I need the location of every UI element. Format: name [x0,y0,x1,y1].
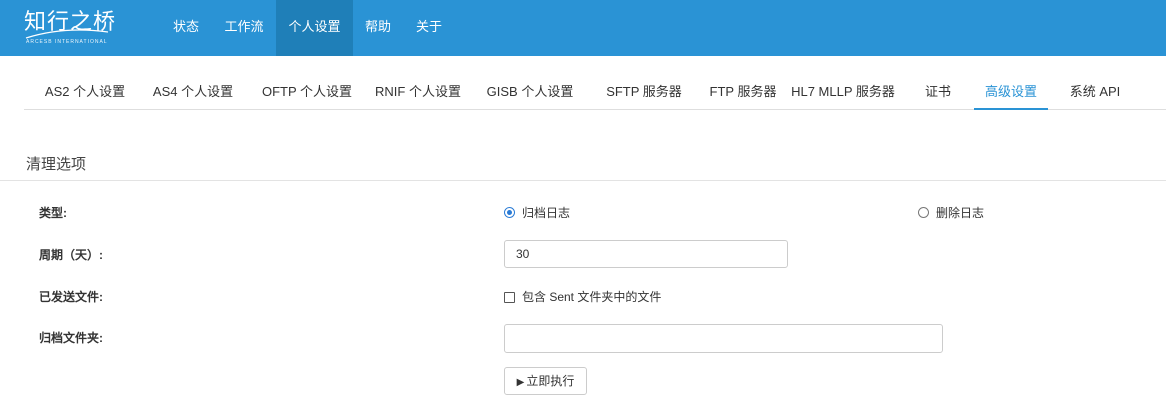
nav-help[interactable]: 帮助 [357,0,399,56]
radio-delete-logs[interactable] [918,207,929,218]
archive-folder-label: 归档文件夹: [39,331,103,345]
archive-folder-input[interactable] [504,324,943,353]
tab-ftp-server[interactable]: FTP 服务器 [698,72,788,109]
nav-profile[interactable]: 个人设置 [276,0,353,56]
run-now-label: 立即执行 [526,374,575,388]
tab-advanced-settings[interactable]: 高级设置 [974,72,1048,110]
nav-status[interactable]: 状态 [162,0,210,56]
tab-rnif-profile[interactable]: RNIF 个人设置 [370,72,466,109]
top-navigation-bar: 知行之桥 ARCESB INTERNATIONAL 状态 工作流 个人设置 帮助… [0,0,1166,56]
type-label: 类型: [39,206,67,220]
tab-certificates[interactable]: 证书 [916,72,960,109]
run-now-button[interactable]: ▶ 立即执行 [504,367,587,395]
tab-oftp-profile[interactable]: OFTP 个人设置 [254,72,360,109]
period-days-input[interactable] [504,240,788,268]
section-title: 清理选项 [26,156,87,173]
section-divider [0,180,1166,181]
radio-archive-logs[interactable] [504,207,515,218]
tab-as4-profile[interactable]: AS4 个人设置 [146,72,240,109]
sent-files-label: 已发送文件: [39,290,103,304]
period-label: 周期（天）: [39,248,103,262]
tab-system-api[interactable]: 系统 API [1060,72,1130,109]
tab-as2-profile[interactable]: AS2 个人设置 [38,72,132,109]
include-sent-folder-label[interactable]: 包含 Sent 文件夹中的文件 [522,289,661,305]
tab-hl7-mllp-server[interactable]: HL7 MLLP 服务器 [791,72,895,109]
radio-delete-logs-label[interactable]: 删除日志 [936,205,984,221]
tab-gisb-profile[interactable]: GISB 个人设置 [482,72,578,109]
nav-workflow[interactable]: 工作流 [214,0,274,56]
include-sent-folder-checkbox[interactable] [504,292,515,303]
nav-about[interactable]: 关于 [408,0,450,56]
tab-sftp-server[interactable]: SFTP 服务器 [596,72,692,109]
profile-tabs: AS2 个人设置 AS4 个人设置 OFTP 个人设置 RNIF 个人设置 GI… [24,72,1166,110]
brand-subtitle: ARCESB INTERNATIONAL [26,39,108,45]
play-icon: ▶ [516,377,525,388]
brand-logo[interactable]: 知行之桥 ARCESB INTERNATIONAL [24,8,134,48]
radio-archive-logs-label[interactable]: 归档日志 [522,205,570,221]
